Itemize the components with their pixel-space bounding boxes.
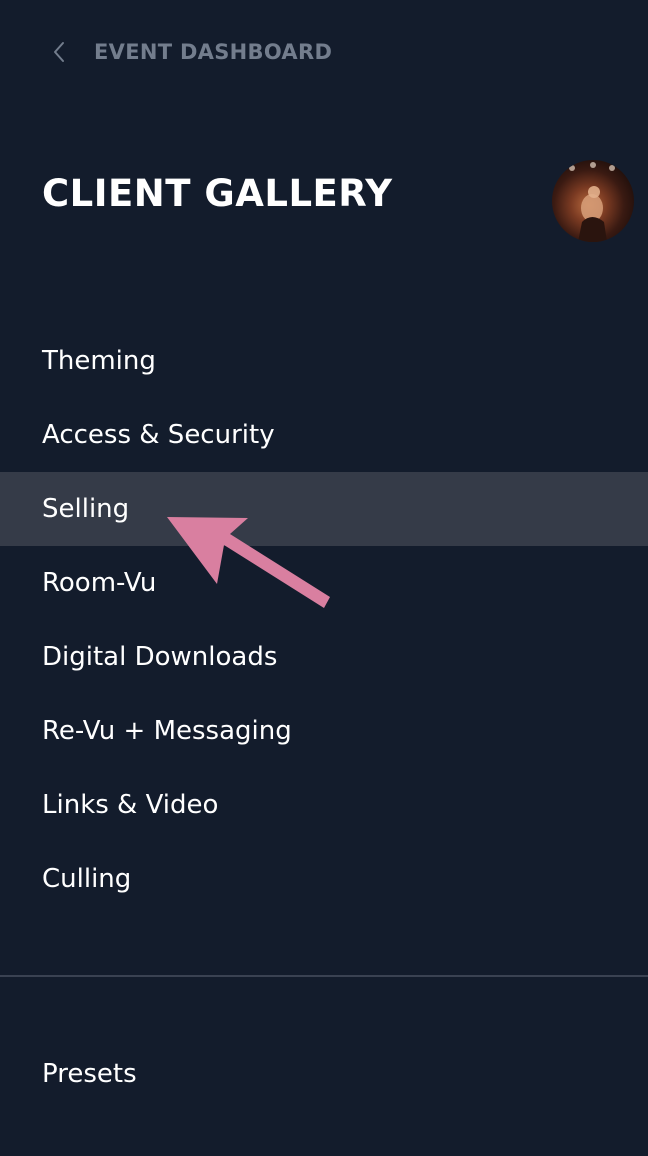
- menu-divider: [0, 975, 648, 977]
- page-title: CLIENT GALLERY: [42, 172, 393, 215]
- presets-link[interactable]: Presets: [0, 1037, 648, 1111]
- menu-item-access-security[interactable]: Access & Security: [0, 398, 648, 472]
- sidebar-screen: EVENT DASHBOARD CLIENT GALLERY Theming A…: [0, 0, 648, 1156]
- chevron-left-icon: [48, 40, 72, 64]
- menu-item-re-vu-messaging[interactable]: Re-Vu + Messaging: [0, 694, 648, 768]
- settings-menu: Theming Access & Security Selling Room-V…: [0, 324, 648, 916]
- menu-item-links-video[interactable]: Links & Video: [0, 768, 648, 842]
- menu-item-room-vu[interactable]: Room-Vu: [0, 546, 648, 620]
- avatar[interactable]: [552, 160, 634, 242]
- menu-item-digital-downloads[interactable]: Digital Downloads: [0, 620, 648, 694]
- menu-item-theming[interactable]: Theming: [0, 324, 648, 398]
- back-to-event-dashboard-link[interactable]: EVENT DASHBOARD: [48, 30, 332, 74]
- back-link-label: EVENT DASHBOARD: [94, 40, 333, 64]
- menu-item-culling[interactable]: Culling: [0, 842, 648, 916]
- menu-item-selling[interactable]: Selling: [0, 472, 648, 546]
